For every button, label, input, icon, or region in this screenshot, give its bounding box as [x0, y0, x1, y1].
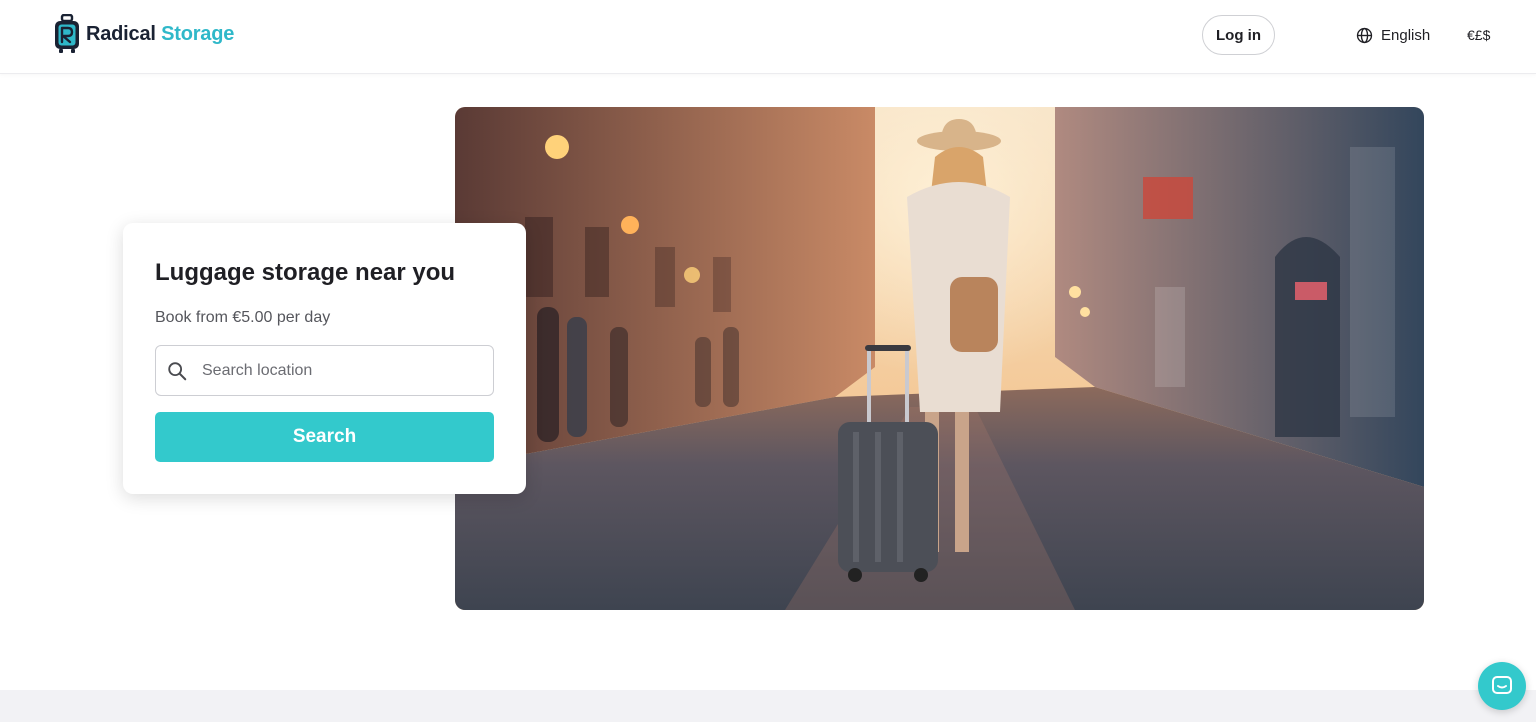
globe-icon	[1356, 27, 1373, 43]
chat-widget-button[interactable]	[1478, 662, 1526, 710]
suitcase-logo-icon	[55, 14, 79, 53]
card-title: Luggage storage near you	[155, 259, 456, 286]
chat-icon	[1492, 676, 1512, 694]
search-icon	[168, 361, 187, 380]
search-card: Luggage storage near you Book from €5.00…	[123, 223, 526, 494]
language-selector[interactable]: English	[1356, 24, 1430, 46]
currency-selector[interactable]: €£$	[1467, 24, 1490, 46]
brand-name-part2: Storage	[161, 22, 235, 45]
brand-name-part1: Radical	[86, 22, 156, 45]
search-field[interactable]	[155, 345, 494, 396]
language-label: English	[1381, 26, 1431, 44]
brand-name: Radical Storage	[86, 23, 234, 46]
hero-photo	[455, 107, 1424, 610]
card-subtitle: Book from €5.00 per day	[155, 309, 331, 326]
hero-photo-illustration	[455, 107, 1424, 610]
login-button[interactable]: Log in	[1202, 15, 1275, 55]
brand-logo[interactable]: Radical Storage	[53, 14, 234, 54]
currency-label: €£$	[1467, 27, 1491, 43]
search-input[interactable]	[202, 361, 472, 380]
site-header: Radical Storage Log in English €£$	[0, 0, 1536, 74]
footer-band	[0, 690, 1536, 722]
search-button[interactable]: Search	[155, 412, 494, 462]
